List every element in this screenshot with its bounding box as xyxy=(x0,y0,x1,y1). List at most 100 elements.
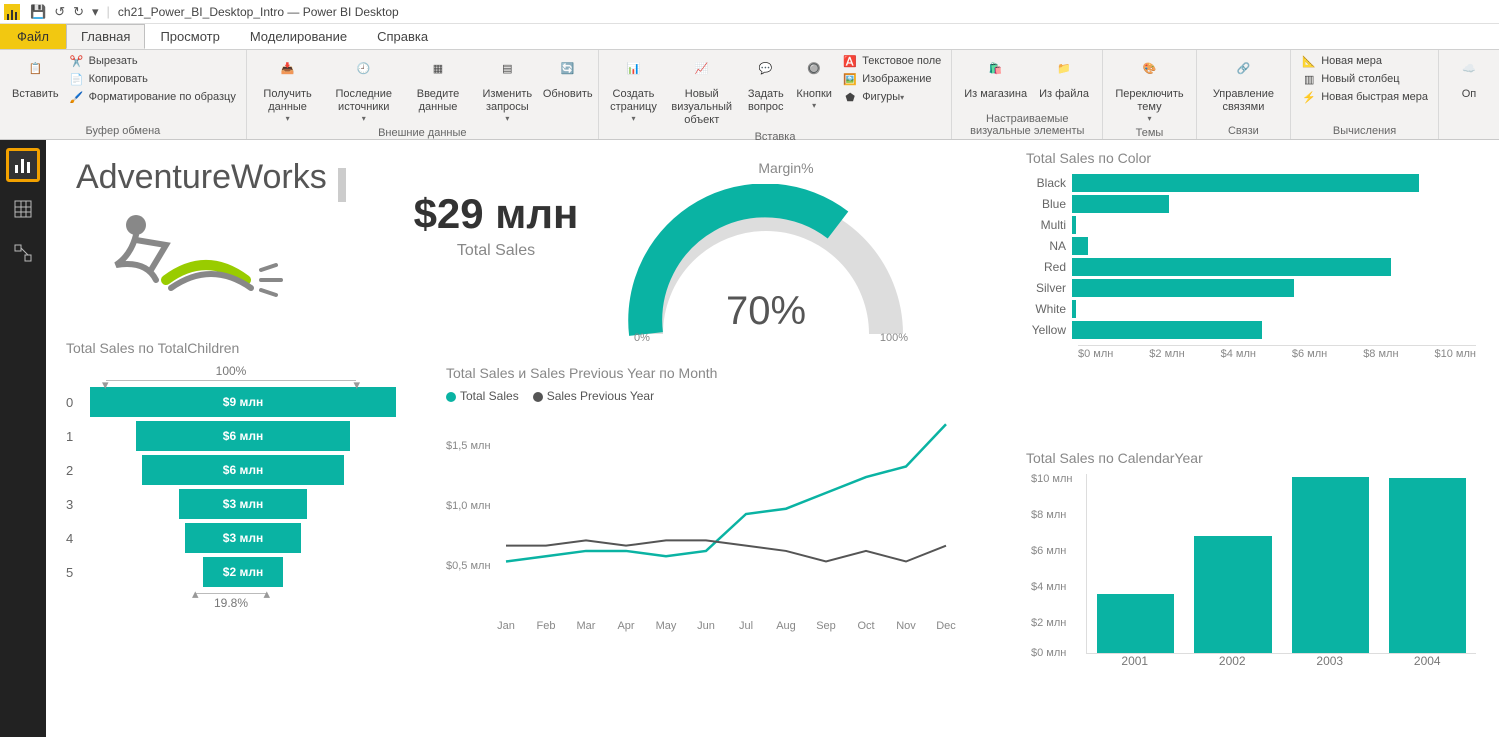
funnel-bar: $6 млн xyxy=(142,455,344,485)
hbar-cat: Multi xyxy=(1026,218,1072,232)
legend-item-total-sales: Total Sales xyxy=(446,389,519,403)
ask-question-button[interactable]: 💬Задать вопрос xyxy=(741,52,790,116)
svg-text:$0,5 млн: $0,5 млн xyxy=(446,560,491,572)
new-page-button[interactable]: 📊Создать страницу xyxy=(605,52,662,126)
hbar-cat: Yellow xyxy=(1026,323,1072,337)
from-file-button[interactable]: 📁Из файла xyxy=(1033,52,1095,103)
left-nav xyxy=(0,140,46,737)
hbar-fill xyxy=(1072,279,1294,297)
svg-text:$1,0 млн: $1,0 млн xyxy=(446,500,491,512)
hbar-fill xyxy=(1072,258,1391,276)
group-insert: 📊Создать страницу 📈Новый визуальный объе… xyxy=(599,50,952,139)
copy-button[interactable]: 📄Копировать xyxy=(65,70,240,88)
svg-text:Jun: Jun xyxy=(697,620,715,632)
recent-icon: 🕘 xyxy=(348,54,380,86)
new-column-button[interactable]: ▥Новый столбец xyxy=(1297,70,1432,88)
qat-dropdown[interactable]: ▾ xyxy=(88,4,103,20)
publish-button[interactable]: ☁️Оп xyxy=(1445,52,1493,103)
report-title: AdventureWorks xyxy=(76,158,327,196)
group-publish: ☁️Оп xyxy=(1439,50,1499,139)
hbar-rows: BlackBlueMultiNARedSilverWhiteYellow xyxy=(1026,174,1476,339)
new-visual-button[interactable]: 📈Новый визуальный объект xyxy=(662,52,741,130)
kpi-card[interactable]: $29 млн Total Sales xyxy=(386,190,606,260)
cut-icon: ✂️ xyxy=(69,53,85,69)
undo-icon[interactable]: ↺ xyxy=(50,4,69,20)
kpi-value: $29 млн xyxy=(386,190,606,238)
hbar-fill xyxy=(1072,237,1088,255)
refresh-button[interactable]: 🔄Обновить xyxy=(544,52,592,103)
edit-queries-button[interactable]: ▤Изменить запросы xyxy=(471,52,544,126)
funnel-bottom-label: 19.8% xyxy=(66,596,396,610)
nav-data-view[interactable] xyxy=(6,192,40,226)
get-data-icon: 📥 xyxy=(272,54,304,86)
svg-text:Dec: Dec xyxy=(936,620,956,632)
brush-icon: 🖌️ xyxy=(69,89,85,105)
titlebar: 💾 ↺ ↻ ▾ | ch21_Power_BI_Desktop_Intro — … xyxy=(0,0,1499,24)
hbar-row: NA xyxy=(1026,237,1476,255)
textbox-icon: 🅰️ xyxy=(842,53,858,69)
refresh-icon: 🔄 xyxy=(552,54,584,86)
hbar-row: Blue xyxy=(1026,195,1476,213)
tab-view[interactable]: Просмотр xyxy=(145,24,234,49)
buttons-button[interactable]: 🔘Кнопки xyxy=(790,52,838,113)
gauge-visual[interactable]: Margin% 70% 0% 100% xyxy=(616,160,956,344)
column-bar xyxy=(1194,536,1271,653)
report-canvas[interactable]: AdventureWorks $29 млн Total Sales Margi… xyxy=(46,140,1499,737)
hbar-cat: Black xyxy=(1026,176,1072,190)
tab-help[interactable]: Справка xyxy=(362,24,443,49)
kpi-label: Total Sales xyxy=(386,242,606,260)
from-marketplace-button[interactable]: 🛍️Из магазина xyxy=(958,52,1033,103)
gauge-max: 100% xyxy=(880,332,908,344)
manage-relationships-button[interactable]: 🔗Управление связями xyxy=(1203,52,1285,116)
hbar-cat: White xyxy=(1026,302,1072,316)
save-icon[interactable]: 💾 xyxy=(26,4,50,20)
svg-text:Aug: Aug xyxy=(776,620,796,632)
image-button[interactable]: 🖼️Изображение xyxy=(838,70,945,88)
app-logo-icon xyxy=(4,4,20,20)
hbar-fill xyxy=(1072,216,1076,234)
format-painter-button[interactable]: 🖌️Форматирование по образцу xyxy=(65,88,240,106)
hbar-fill xyxy=(1072,195,1169,213)
column-xaxis: 2001200220032004 xyxy=(1086,654,1476,668)
new-quick-measure-button[interactable]: ⚡Новая быстрая мера xyxy=(1297,88,1432,106)
tab-modeling[interactable]: Моделирование xyxy=(235,24,362,49)
hbar-cat: Blue xyxy=(1026,197,1072,211)
shapes-button[interactable]: ⬟Фигуры xyxy=(838,88,945,106)
window-title: ch21_Power_BI_Desktop_Intro — Power BI D… xyxy=(118,5,399,19)
new-measure-button[interactable]: 📐Новая мера xyxy=(1297,52,1432,70)
get-data-button[interactable]: 📥Получить данные xyxy=(253,52,322,126)
tab-file[interactable]: Файл xyxy=(0,24,66,49)
paste-label: Вставить xyxy=(12,88,59,101)
funnel-visual[interactable]: Total Sales по TotalChildren 100% ▾▾ 0$9… xyxy=(66,340,396,610)
funnel-cat: 2 xyxy=(66,463,90,478)
svg-text:Apr: Apr xyxy=(617,620,634,632)
hbar-visual[interactable]: Total Sales по Color BlackBlueMultiNARed… xyxy=(1026,150,1476,360)
tab-home[interactable]: Главная xyxy=(66,24,145,49)
funnel-cat: 1 xyxy=(66,429,90,444)
recent-sources-button[interactable]: 🕘Последние источники xyxy=(322,52,405,126)
column-visual[interactable]: Total Sales по CalendarYear $10 млн$8 мл… xyxy=(1026,450,1476,668)
button-icon: 🔘 xyxy=(798,54,830,86)
hbar-fill xyxy=(1072,321,1262,339)
copy-icon: 📄 xyxy=(69,71,85,87)
funnel-cat: 3 xyxy=(66,497,90,512)
paste-button[interactable]: 📋Вставить xyxy=(6,52,65,103)
new-page-icon: 📊 xyxy=(617,54,649,86)
hbar-row: Yellow xyxy=(1026,321,1476,339)
nav-model-view[interactable] xyxy=(6,236,40,270)
column-chart-body: $10 млн$8 млн$6 млн$4 млн$2 млн$0 млн xyxy=(1086,474,1476,654)
line-chart-svg: $1,5 млн $1,0 млн $0,5 млн JanFebMarAprM… xyxy=(446,409,966,639)
shapes-icon: ⬟ xyxy=(842,89,858,105)
workspace: AdventureWorks $29 млн Total Sales Margi… xyxy=(0,140,1499,737)
line-visual[interactable]: Total Sales и Sales Previous Year по Mon… xyxy=(446,365,976,642)
cut-button[interactable]: ✂️Вырезать xyxy=(65,52,240,70)
nav-report-view[interactable] xyxy=(6,148,40,182)
enter-data-button[interactable]: ▦Введите данные xyxy=(405,52,471,116)
text-box-button[interactable]: 🅰️Текстовое поле xyxy=(838,52,945,70)
switch-theme-button[interactable]: 🎨Переключить тему xyxy=(1109,52,1189,126)
funnel-row: 1$6 млн xyxy=(66,421,396,451)
funnel-top-label: 100% xyxy=(66,364,396,378)
hbar-axis: $0 млн$2 млн$4 млн$6 млн$8 млн$10 млн xyxy=(1078,345,1476,360)
funnel-row: 0$9 млн xyxy=(66,387,396,417)
redo-icon[interactable]: ↻ xyxy=(69,4,88,20)
